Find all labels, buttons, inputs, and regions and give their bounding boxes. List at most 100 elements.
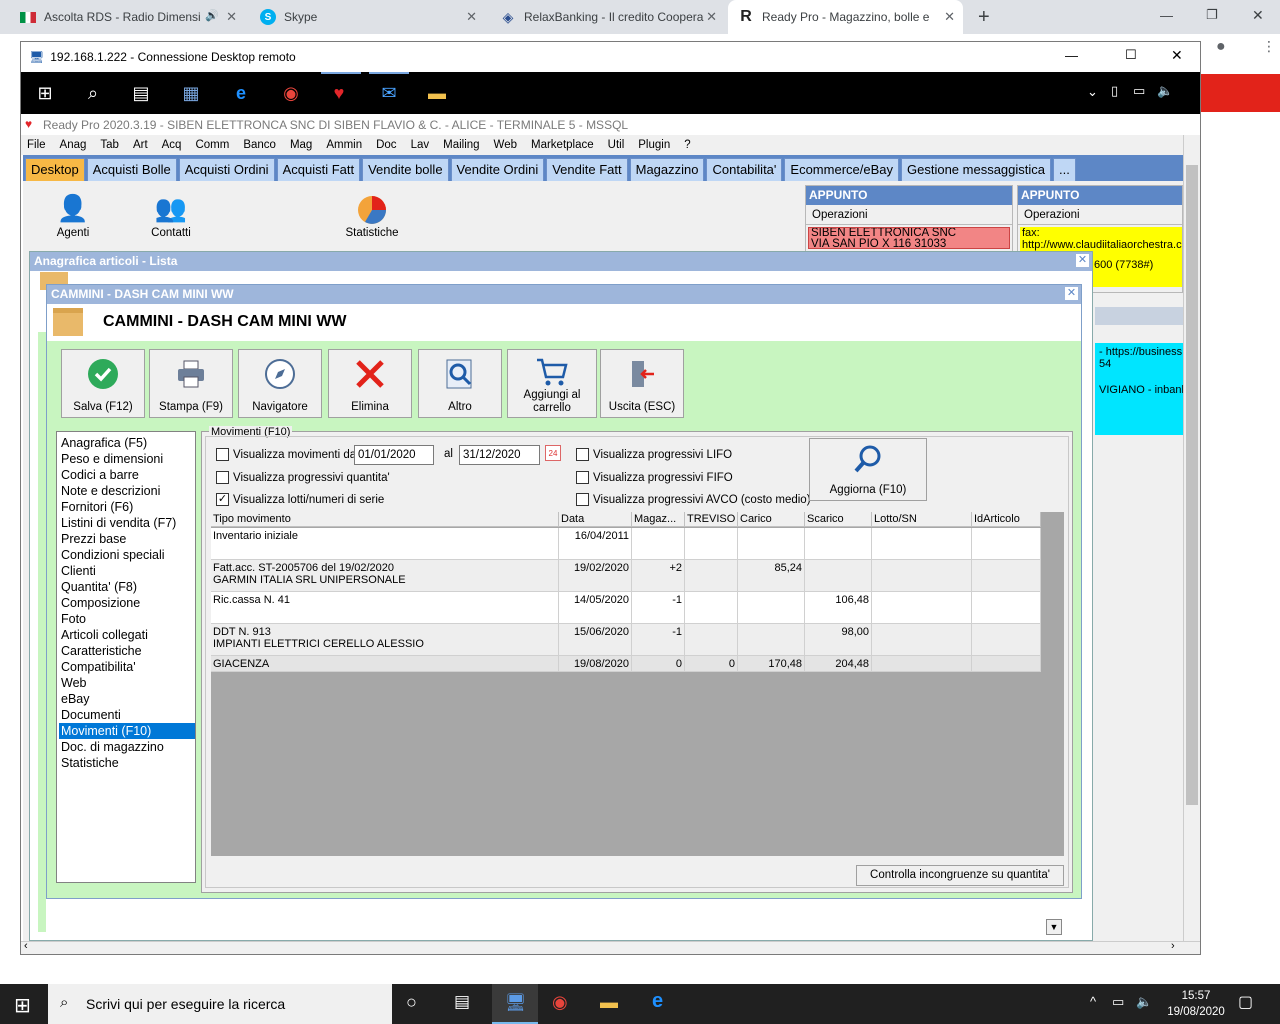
cortana-icon[interactable]: ○ [406, 992, 417, 1013]
menu-mag[interactable]: Mag [284, 139, 320, 151]
close-tab-icon[interactable]: ✕ [706, 9, 717, 25]
menu-web[interactable]: Web [488, 139, 525, 151]
calendar-icon[interactable]: 24 [545, 445, 561, 461]
chrome-icon[interactable]: ◉ [552, 992, 568, 1013]
section-item[interactable]: Condizioni speciali [59, 547, 195, 563]
menu-acq[interactable]: Acq [156, 139, 190, 151]
section-item[interactable]: Documenti [59, 707, 195, 723]
table-row[interactable]: Ric.cassa N. 41 14/05/2020 -1 106,48 [211, 592, 1041, 624]
network-icon[interactable]: ▭ [1112, 994, 1124, 1010]
vertical-scrollbar[interactable] [1183, 135, 1200, 941]
aggiungi-carrello-button[interactable]: Aggiungi al carrello [507, 349, 597, 418]
tab-magazzino[interactable]: Magazzino [629, 158, 705, 181]
desktop-icon-statistiche[interactable]: Statistiche [339, 193, 405, 239]
checkbox[interactable] [216, 448, 229, 461]
speaker-icon[interactable]: 🔊 [205, 9, 219, 22]
menu-plugin[interactable]: Plugin [632, 139, 678, 151]
section-item[interactable]: Compatibilita' [59, 659, 195, 675]
controlla-incongruenze-button[interactable]: Controlla incongruenze su quantita' [856, 865, 1064, 886]
total-row[interactable]: GIACENZA 19/08/2020 0 0 170,48 204,48 [211, 656, 1041, 672]
menu-ammin[interactable]: Ammin [320, 139, 370, 151]
close-window-icon[interactable]: ✕ [1252, 7, 1264, 24]
stampa-button[interactable]: Stampa (F9) [149, 349, 233, 418]
tab-vendite-fatt[interactable]: Vendite Fatt [546, 158, 628, 181]
tab-acquisti-fatt[interactable]: Acquisti Fatt [276, 158, 361, 181]
chk-progressivi-quantita[interactable]: Visualizza progressivi quantita' [216, 471, 390, 484]
account-icon[interactable]: ● [1216, 38, 1226, 56]
task-view-icon[interactable]: ▤ [454, 992, 470, 1012]
tab-more[interactable]: ... [1053, 158, 1076, 181]
section-item[interactable]: Movimenti (F10) [59, 723, 195, 739]
chrome-icon[interactable]: ◉ [271, 72, 311, 114]
section-item[interactable]: Note e descrizioni [59, 483, 195, 499]
checkbox[interactable] [576, 448, 589, 461]
close-icon[interactable]: ✕ [1065, 287, 1078, 300]
browser-tab-readypro[interactable]: R Ready Pro - Magazzino, bolle e ✕ [728, 0, 963, 34]
section-item[interactable]: Listini di vendita (F7) [59, 515, 195, 531]
volume-icon[interactable]: 🔈 [1136, 994, 1152, 1010]
browser-tab-rds[interactable]: Ascolta RDS - Radio Dimensi 🔊 ✕ [10, 0, 245, 34]
section-item[interactable]: Fornitori (F6) [59, 499, 195, 515]
menu-banco[interactable]: Banco [237, 139, 284, 151]
browser-tab-skype[interactable]: S Skype ✕ [250, 0, 485, 34]
tab-vendite-bolle[interactable]: Vendite bolle [362, 158, 449, 181]
section-item[interactable]: Foto [59, 611, 195, 627]
section-item[interactable]: Composizione [59, 595, 195, 611]
volume-icon[interactable]: 🔈 [1157, 83, 1173, 99]
col-idarticolo[interactable]: IdArticolo [972, 512, 1041, 526]
tab-acquisti-ordini[interactable]: Acquisti Ordini [178, 158, 275, 181]
chk-fifo[interactable]: Visualizza progressivi FIFO [576, 471, 733, 484]
col-lotto-sn[interactable]: Lotto/SN [872, 512, 972, 526]
tab-desktop[interactable]: Desktop [25, 158, 85, 181]
col-carico[interactable]: Carico [738, 512, 805, 526]
menu-marketplace[interactable]: Marketplace [525, 139, 602, 151]
checkbox[interactable] [216, 471, 229, 484]
taskbar-rdp-app[interactable]: 🖥 [492, 984, 538, 1024]
section-item[interactable]: Statistiche [59, 755, 195, 771]
menu-lav[interactable]: Lav [405, 139, 438, 151]
operazioni-button[interactable]: Operazioni [806, 205, 1012, 225]
scroll-left-icon[interactable]: ‹ [24, 940, 28, 952]
close-tab-icon[interactable]: ✕ [226, 9, 237, 25]
table-row[interactable]: DDT N. 913 IMPIANTI ELETTRICI CERELLO ALE… [211, 624, 1041, 656]
calculator-icon[interactable]: ▦ [171, 72, 211, 114]
section-item[interactable]: Peso e dimensioni [59, 451, 195, 467]
col-tipo-movimento[interactable]: Tipo movimento [211, 512, 559, 526]
date-to-input[interactable]: 31/12/2020 [459, 445, 540, 465]
chevron-up-icon[interactable]: ^ [1090, 994, 1096, 1009]
checkbox[interactable] [576, 493, 589, 506]
chk-lifo[interactable]: Visualizza progressivi LIFO [576, 448, 732, 461]
checkbox-checked[interactable]: ✓ [216, 493, 229, 506]
horizontal-scrollbar[interactable]: ‹ › [21, 940, 1200, 954]
tab-messaggistica[interactable]: Gestione messaggistica [901, 158, 1052, 181]
tab-ecommerce[interactable]: Ecommerce/eBay [784, 158, 899, 181]
chevron-up-icon[interactable]: ⌄ [1087, 84, 1098, 100]
maximize-icon[interactable]: ☐ [1125, 47, 1137, 63]
table-row[interactable]: Inventario iniziale 16/04/2011 [211, 528, 1041, 560]
scroll-down-icon[interactable]: ▼ [1046, 919, 1062, 935]
uscita-button[interactable]: Uscita (ESC) [600, 349, 684, 418]
notes-icon[interactable]: ▯ [1111, 83, 1118, 99]
section-item[interactable]: Codici a barre [59, 467, 195, 483]
menu-art[interactable]: Art [127, 139, 156, 151]
taskbar-search-box[interactable]: ⌕ Scrivi qui per eseguire la ricerca [48, 984, 392, 1024]
salva-button[interactable]: Salva (F12) [61, 349, 145, 418]
windows-start-icon[interactable]: ⊞ [14, 993, 31, 1018]
section-item[interactable]: Doc. di magazzino [59, 739, 195, 755]
new-tab-button[interactable]: + [978, 6, 990, 29]
scroll-right-icon[interactable]: › [1171, 940, 1175, 952]
mail-app-icon[interactable]: ✉ [369, 72, 409, 114]
chk-avco[interactable]: Visualizza progressivi AVCO (costo medio… [576, 493, 811, 506]
tab-acquisti-bolle[interactable]: Acquisti Bolle [86, 158, 177, 181]
menu-help[interactable]: ? [678, 139, 698, 151]
close-icon[interactable]: ✕ [1171, 47, 1183, 64]
section-item[interactable]: Caratteristiche [59, 643, 195, 659]
chk-movimenti-dal[interactable]: Visualizza movimenti dal [216, 448, 359, 461]
altro-button[interactable]: Altro [418, 349, 502, 418]
movimenti-grid[interactable]: Tipo movimento Data Magaz... TREVISO Car… [211, 512, 1064, 856]
operazioni-button[interactable]: Operazioni [1018, 205, 1182, 225]
section-item[interactable]: Web [59, 675, 195, 691]
aggiorna-button[interactable]: Aggiorna (F10) [809, 438, 927, 501]
menu-file[interactable]: File [21, 139, 54, 151]
chk-lotti-seriali[interactable]: ✓ Visualizza lotti/numeri di serie [216, 493, 384, 506]
